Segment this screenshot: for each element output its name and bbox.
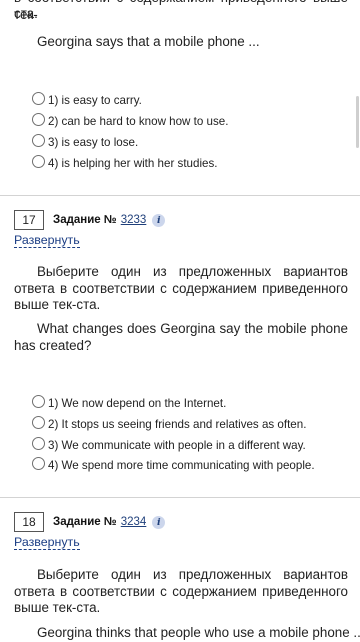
radio-button[interactable] <box>32 394 45 408</box>
answer-option-label: 3) is easy to lose. <box>48 135 139 149</box>
answer-option-label: 3) We communicate with people in a diffe… <box>48 438 306 452</box>
answer-option[interactable]: 3) is easy to lose. <box>32 133 138 151</box>
radio-button[interactable] <box>32 133 45 147</box>
task-header: 17 Задание № 3233 i <box>14 209 166 231</box>
expand-link[interactable]: Развернуть <box>14 535 80 550</box>
task-id-link[interactable]: 3233 <box>121 214 147 226</box>
answer-option[interactable]: 2) It stops us seeing friends and relati… <box>32 415 306 433</box>
scrollbar[interactable] <box>356 96 359 148</box>
task-label: Задание № <box>53 214 117 226</box>
answer-option-label: 4) We spend more time communicating with… <box>48 458 315 472</box>
radio-button[interactable] <box>32 112 45 126</box>
question-17: What changes does Georgina say the mobil… <box>14 321 348 353</box>
answer-option[interactable]: 2) can be hard to know how to use. <box>32 112 228 130</box>
radio-button[interactable] <box>32 456 45 470</box>
answer-option-label: 1) We now depend on the Internet. <box>48 396 227 410</box>
task-header: 18 Задание № 3234 i <box>14 511 166 533</box>
radio-button[interactable] <box>32 91 45 105</box>
task-id-link[interactable]: 3234 <box>121 516 147 528</box>
answer-option-label: 1) is easy to carry. <box>48 93 142 107</box>
info-icon[interactable]: i <box>152 515 166 529</box>
answer-option[interactable]: 1) We now depend on the Internet. <box>32 394 226 412</box>
task-label: Задание № <box>53 516 117 528</box>
info-icon[interactable]: i <box>152 213 166 227</box>
answer-option[interactable]: 4) is helping her with her studies. <box>32 154 218 172</box>
task-number: 18 <box>14 512 44 532</box>
answer-option-label: 2) can be hard to know how to use. <box>48 114 229 128</box>
task-number: 17 <box>14 210 44 230</box>
answer-option[interactable]: 4) We spend more time communicating with… <box>32 456 315 474</box>
radio-button[interactable] <box>32 436 45 450</box>
instruction-end: ста. <box>14 6 38 21</box>
question-16: Georgina says that a mobile phone ... <box>37 34 260 49</box>
expand-link[interactable]: Развернуть <box>14 233 80 248</box>
answer-option-label: 2) It stops us seeing friends and relati… <box>48 417 307 431</box>
answer-option-label: 4) is helping her with her studies. <box>48 156 218 170</box>
task-instruction: Выберите один из предложенных вариантов … <box>14 567 348 615</box>
radio-button[interactable] <box>32 415 45 429</box>
question-18: Georgina thinks that people who use a mo… <box>37 625 360 640</box>
radio-button[interactable] <box>32 154 45 168</box>
answer-option[interactable]: 1) is easy to carry. <box>32 91 142 109</box>
section-divider <box>0 497 360 498</box>
answer-option[interactable]: 3) We communicate with people in a diffe… <box>32 436 306 454</box>
task-instruction: Выберите один из предложенных вариантов … <box>14 264 348 312</box>
section-divider <box>0 195 360 196</box>
